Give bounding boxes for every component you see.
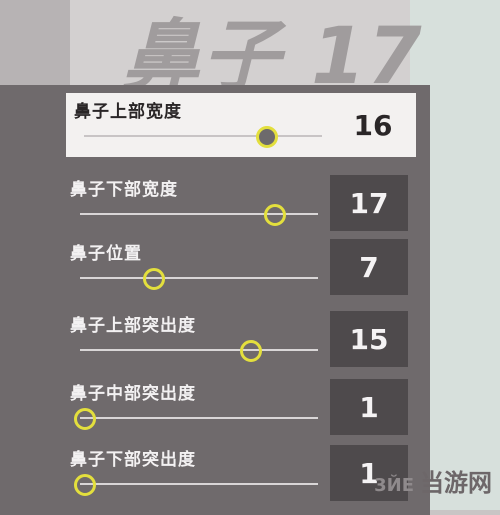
- slider-row-position[interactable]: 鼻子位置 7: [62, 235, 412, 299]
- slider-value: 16: [353, 108, 393, 142]
- slider-track[interactable]: [80, 417, 318, 419]
- slider-value: 7: [359, 250, 379, 284]
- slider-knob[interactable]: [264, 204, 287, 226]
- slider-row-upper-protrusion[interactable]: 鼻子上部突出度 15: [62, 307, 412, 371]
- watermark-logo: 3ЙЕ: [374, 475, 414, 496]
- slider-knob[interactable]: [240, 340, 263, 362]
- slider-knob[interactable]: [73, 408, 96, 430]
- slider-knob[interactable]: [73, 474, 96, 496]
- slider-label: 鼻子位置: [70, 244, 142, 264]
- slider-track[interactable]: [80, 483, 318, 485]
- slider-label: 鼻子上部突出度: [70, 316, 196, 336]
- slider-track[interactable]: [84, 135, 322, 137]
- slider-label: 鼻子上部宽度: [74, 102, 182, 122]
- slider-label: 鼻子中部突出度: [70, 384, 196, 404]
- slider-label: 鼻子下部突出度: [70, 450, 196, 470]
- slider-row-upper-width[interactable]: 鼻子上部宽度 16: [66, 93, 416, 157]
- slider-value: 1: [359, 390, 379, 424]
- watermark-text: 当游网: [420, 469, 492, 497]
- slider-track[interactable]: [80, 277, 318, 279]
- slider-track[interactable]: [80, 349, 318, 351]
- slider-row-middle-protrusion[interactable]: 鼻子中部突出度 1: [62, 375, 412, 439]
- slider-panel: 鼻子上部宽度 16 鼻子下部宽度 17 鼻子位置 7 鼻子上部突出度 15 鼻子…: [0, 85, 430, 515]
- slider-value: 17: [349, 186, 389, 220]
- slider-knob[interactable]: [256, 126, 279, 148]
- slider-knob[interactable]: [142, 268, 165, 290]
- site-watermark: 3ЙЕ 当游网: [374, 463, 492, 498]
- slider-row-lower-width[interactable]: 鼻子下部宽度 17: [62, 171, 412, 235]
- slider-label: 鼻子下部宽度: [70, 180, 178, 200]
- slider-value: 15: [349, 322, 389, 356]
- slider-row-lower-protrusion[interactable]: 鼻子下部突出度 1: [62, 441, 412, 505]
